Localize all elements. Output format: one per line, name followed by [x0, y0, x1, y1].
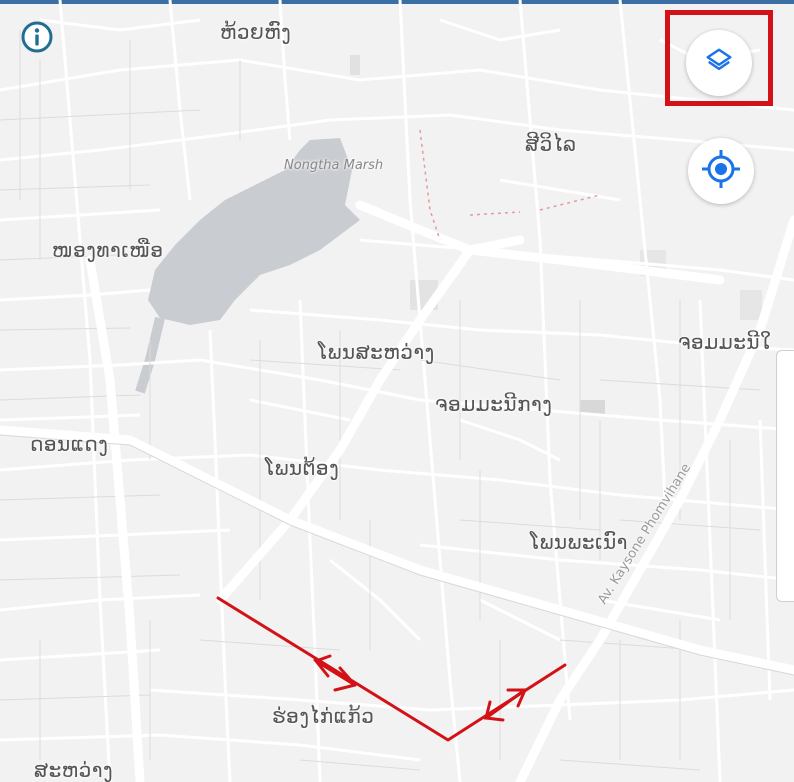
place-label: ໂພນພະເນົາ — [530, 530, 628, 554]
place-label: ໂພນຕ້ອງ — [265, 456, 340, 480]
info-icon[interactable] — [20, 20, 54, 54]
map-view[interactable]: ຫ້ວຍຫົງ ສີວິໄລ Nongtha Marsh ໜອງທາເໜືອ ໂ… — [0, 0, 794, 782]
side-panel-handle[interactable] — [776, 350, 794, 602]
annotation-route — [216, 596, 567, 742]
place-label: ຈອມມະນີກາງ — [435, 392, 553, 416]
place-label: ຮ່ອງໄກ່ແກ້ວ — [272, 704, 375, 728]
map-canvas[interactable] — [0, 0, 794, 782]
my-location-button[interactable] — [688, 138, 754, 204]
minor-streets — [0, 0, 794, 782]
place-label: ໜອງທາເໜືອ — [52, 238, 164, 262]
water-label: Nongtha Marsh — [284, 158, 384, 173]
place-label: ຫ້ວຍຫົງ — [220, 20, 292, 44]
place-label: ຈອມມະນີໃ — [678, 330, 772, 354]
highlight-box — [665, 10, 773, 106]
place-label: ດອນແດງ — [30, 432, 109, 456]
place-label: ສະຫວ່າງ — [34, 758, 114, 782]
place-label: ສີວິໄລ — [525, 132, 577, 156]
place-label: ໂພນສະຫວ່າງ — [318, 340, 435, 364]
my-location-icon — [699, 147, 743, 195]
